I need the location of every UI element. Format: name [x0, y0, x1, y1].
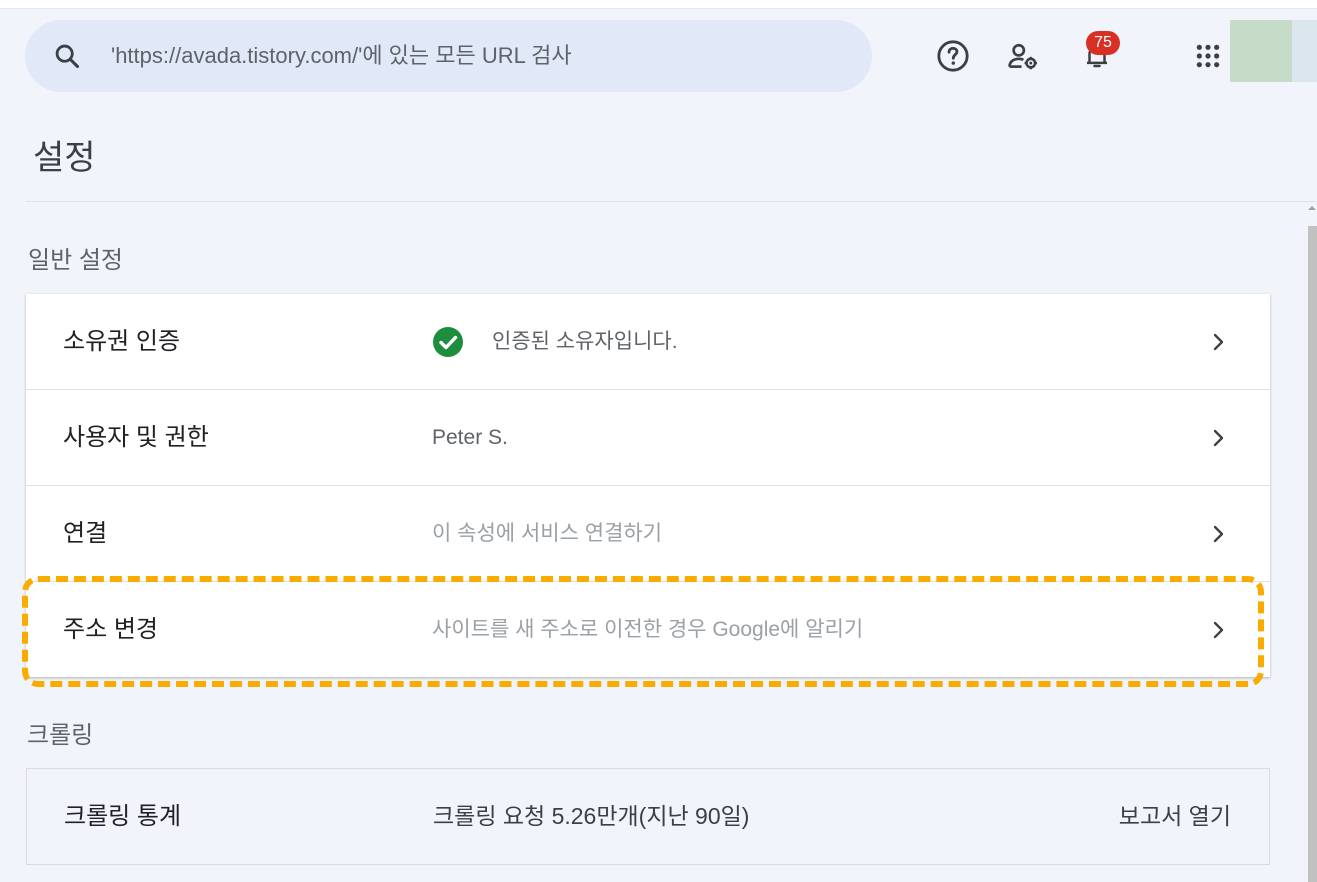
row-title: 연결: [63, 520, 108, 547]
crawl-stats-title: 크롤링 통계: [64, 803, 182, 830]
avatar[interactable]: [1230, 20, 1292, 82]
change-of-address-row[interactable]: 주소 변경 사이트를 새 주소로 이전한 경우 Google에 알리기: [26, 582, 1270, 677]
associations-row[interactable]: 연결 이 속성에 서비스 연결하기: [26, 486, 1270, 582]
settings-page: 75 설정 일반 설정 소유권 인증 인증된 소유자입니다.: [0, 0, 1317, 882]
page-title: 설정: [33, 139, 96, 177]
open-report-link[interactable]: 보고서 열기: [1119, 769, 1231, 864]
window-top-edge: [0, 0, 1317, 9]
chevron-right-icon: [1206, 522, 1230, 546]
search-input[interactable]: [111, 36, 811, 76]
row-value: 이 속성에 서비스 연결하기: [432, 522, 663, 545]
admin-settings-icon[interactable]: [1001, 34, 1045, 78]
apps-grid-icon[interactable]: [1186, 34, 1230, 78]
help-icon[interactable]: [931, 34, 975, 78]
general-settings-card: 소유권 인증 인증된 소유자입니다. 사용자 및 권한 Peter S. 연결 …: [26, 294, 1270, 677]
row-value: Peter S.: [432, 426, 508, 449]
row-title: 사용자 및 권한: [63, 424, 209, 451]
ownership-verification-row[interactable]: 소유권 인증 인증된 소유자입니다.: [26, 294, 1270, 390]
chevron-right-icon: [1206, 618, 1230, 642]
row-title: 소유권 인증: [63, 328, 181, 355]
account-area-edge: [1292, 20, 1317, 82]
row-value: 사이트를 새 주소로 이전한 경우 Google에 알리기: [432, 618, 864, 641]
search-icon[interactable]: [51, 40, 83, 72]
check-circle-icon: [432, 326, 464, 358]
scrollbar-thumb[interactable]: [1308, 226, 1317, 882]
scroll-up-arrow-icon[interactable]: [1307, 204, 1317, 220]
crawl-stats-card: 크롤링 통계 크롤링 요청 5.26만개(지난 90일) 보고서 열기: [26, 768, 1270, 865]
url-inspection-search-bar[interactable]: [25, 20, 872, 92]
row-title: 주소 변경: [63, 616, 158, 643]
crawl-stats-value: 크롤링 요청 5.26만개(지난 90일): [433, 803, 750, 829]
chevron-right-icon: [1206, 330, 1230, 354]
notification-count-badge: 75: [1086, 31, 1120, 55]
users-permissions-row[interactable]: 사용자 및 권한 Peter S.: [26, 390, 1270, 486]
row-value: 인증된 소유자입니다.: [492, 330, 678, 353]
title-divider: [26, 201, 1317, 202]
chevron-right-icon: [1206, 426, 1230, 450]
general-settings-heading: 일반 설정: [28, 247, 123, 274]
crawling-heading: 크롤링: [27, 722, 94, 749]
